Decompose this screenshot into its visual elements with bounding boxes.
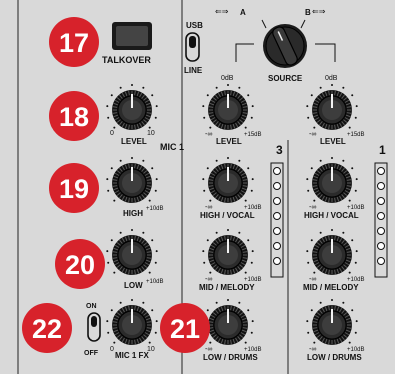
- ch1-low-drums-knob[interactable]: [306, 299, 358, 345]
- mixer-panel: TALKOVER USB LINE ⇐⇒ A B ⇐⇒ SOURCE MIC 1…: [0, 0, 395, 374]
- usb-label: USB: [186, 21, 203, 30]
- callout-21-text: 21: [170, 314, 200, 344]
- ch1-high-vocal-label: HIGH / VOCAL: [304, 211, 359, 220]
- mixer-panel-svg: TALKOVER USB LINE ⇐⇒ A B ⇐⇒ SOURCE MIC 1…: [17, 0, 388, 374]
- usb-a-symbol: ⇐⇒: [215, 7, 229, 16]
- mic1-channel-label: MIC 1: [160, 142, 184, 152]
- mic1-fx-knob[interactable]: [106, 299, 158, 345]
- callout-22: 22: [22, 303, 72, 353]
- callout-18: 18: [49, 91, 99, 141]
- callout-19: 19: [49, 163, 99, 213]
- channel-3-label: 3: [276, 143, 283, 157]
- ch1-high-vocal-knob[interactable]: [306, 157, 358, 203]
- callout-17-text: 17: [59, 28, 89, 58]
- ch3-level-knob[interactable]: [202, 84, 254, 130]
- ch3-mid-min: -∞: [205, 276, 212, 283]
- mic1-high-max: +10dB: [146, 206, 164, 212]
- mic1-high-knob[interactable]: [106, 157, 158, 203]
- fx-on-label: ON: [86, 303, 97, 310]
- line-label: LINE: [184, 66, 203, 75]
- ch1-mid-min: -∞: [309, 276, 316, 283]
- ch3-high-vocal-label: HIGH / VOCAL: [200, 211, 255, 220]
- callout-20-text: 20: [65, 250, 95, 280]
- callout-21: 21: [160, 303, 210, 353]
- callout-18-text: 18: [59, 102, 89, 132]
- ch3-mid-melody-label: MID / MELODY: [199, 283, 255, 292]
- ch3-high-min: -∞: [205, 204, 212, 211]
- callout-19-text: 19: [59, 174, 89, 204]
- ch3-mid-melody-knob[interactable]: [202, 229, 254, 275]
- mic1-level-min: 0: [110, 130, 114, 137]
- source-selector-knob[interactable]: [263, 24, 307, 68]
- mic1-fx-label: MIC 1 FX: [115, 351, 149, 360]
- ch3-level-label: LEVEL: [216, 137, 242, 146]
- ch3-low-drums-knob[interactable]: [202, 299, 254, 345]
- talkover-button-face: [116, 26, 148, 46]
- ch3-level-max: +15dB: [244, 132, 262, 138]
- source-a-label: A: [240, 8, 246, 17]
- mic1-fx-min: 0: [110, 346, 114, 353]
- channel-1-label: 1: [379, 143, 386, 157]
- meter-ch1: [374, 162, 388, 278]
- ch1-low-min: -∞: [309, 346, 316, 353]
- meter-ch3: [270, 162, 284, 278]
- source-b-tick: [300, 19, 306, 29]
- ch3-level-zero: 0dB: [221, 75, 234, 82]
- ch1-level-min: -∞: [309, 131, 316, 138]
- ch3-low-min: -∞: [205, 346, 212, 353]
- callout-17: 17: [49, 17, 99, 67]
- callout-22-text: 22: [32, 314, 62, 344]
- ch1-level-max: +15dB: [347, 132, 365, 138]
- talkover-label: TALKOVER: [102, 55, 151, 65]
- usb-b-symbol: ⇐⇒: [312, 7, 326, 16]
- ch1-level-knob[interactable]: [306, 84, 358, 130]
- usb-line-switch-knob: [189, 36, 196, 48]
- ch1-level-label: LEVEL: [320, 137, 346, 146]
- mic1-fx-max: 10: [147, 346, 155, 353]
- ch1-mid-melody-label: MID / MELODY: [303, 283, 359, 292]
- ch3-low-drums-label: LOW / DRUMS: [203, 353, 258, 362]
- mic1-low-knob[interactable]: [106, 229, 158, 275]
- mic1-level-label: LEVEL: [121, 137, 147, 146]
- source-label: SOURCE: [268, 74, 303, 83]
- mic1-level-max: 10: [147, 130, 155, 137]
- fx-off-label: OFF: [84, 350, 99, 357]
- source-b-label: B: [305, 8, 311, 17]
- ch1-mid-melody-knob[interactable]: [306, 229, 358, 275]
- callout-20: 20: [55, 239, 105, 289]
- fx-switch-knob: [91, 316, 97, 327]
- ch1-level-zero: 0dB: [325, 75, 338, 82]
- ch1-high-min: -∞: [309, 204, 316, 211]
- source-a-tick: [261, 19, 267, 29]
- mic1-low-label: LOW: [124, 281, 143, 290]
- mic1-low-max: +10dB: [146, 279, 164, 285]
- mic1-high-label: HIGH: [123, 209, 143, 218]
- ch3-level-min: -∞: [205, 131, 212, 138]
- ch3-high-vocal-knob[interactable]: [202, 157, 254, 203]
- ch1-low-drums-label: LOW / DRUMS: [307, 353, 362, 362]
- mic1-level-knob[interactable]: [106, 84, 158, 130]
